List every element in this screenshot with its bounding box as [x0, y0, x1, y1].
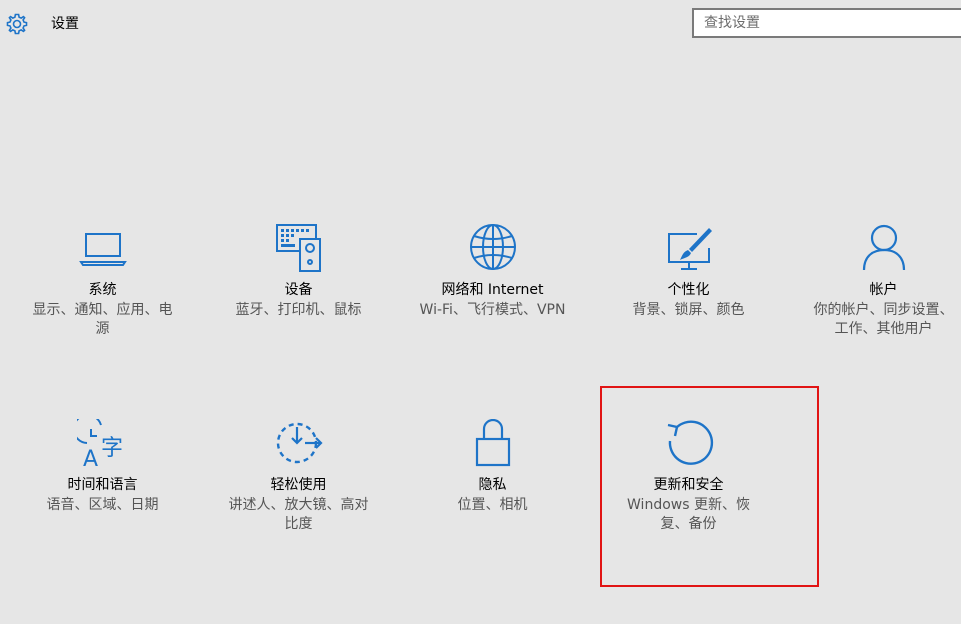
tile-title: 系统	[88, 282, 117, 298]
page-title: 设置	[51, 16, 79, 32]
tile-title: 网络和 Internet	[441, 282, 544, 298]
tile-description: 蓝牙、打印机、鼠标	[235, 302, 362, 318]
tile-title: 个性化	[667, 282, 710, 298]
tile-description: 显示、通知、应用、电源	[32, 302, 173, 337]
highlight-box	[600, 386, 819, 587]
ease-of-access-icon	[276, 422, 323, 464]
lock-icon	[475, 419, 510, 467]
tile-title: 轻松使用	[270, 477, 327, 493]
gear-icon	[6, 13, 28, 35]
person-icon	[862, 224, 905, 271]
tile-title: 隐私	[478, 477, 507, 493]
globe-icon	[469, 224, 516, 270]
svg-text:A: A	[83, 447, 98, 471]
tile-title: 时间和语言	[67, 477, 138, 493]
tile-description: 你的帐户、同步设置、工作、其他用户	[813, 302, 954, 337]
tile-title: 帐户	[869, 282, 898, 298]
tile-description: Wi-Fi、飞行模式、VPN	[419, 302, 566, 318]
laptop-icon	[78, 233, 127, 266]
tile-description: 语音、区域、日期	[46, 497, 159, 513]
svg-text:字: 字	[101, 436, 123, 461]
clock-language-icon: A 字	[76, 419, 123, 471]
search-input[interactable]	[692, 8, 961, 38]
tile-description: 位置、相机	[457, 497, 528, 513]
settings-window: 设置 系统 显示、通知、应用、电源	[0, 0, 961, 624]
tile-description: 背景、锁屏、颜色	[632, 302, 745, 318]
tile-description: 讲述人、放大镜、高对比度	[228, 497, 369, 532]
tile-title: 设备	[284, 282, 313, 298]
keyboard-speaker-icon	[275, 224, 321, 272]
paint-brush-icon	[667, 228, 712, 270]
